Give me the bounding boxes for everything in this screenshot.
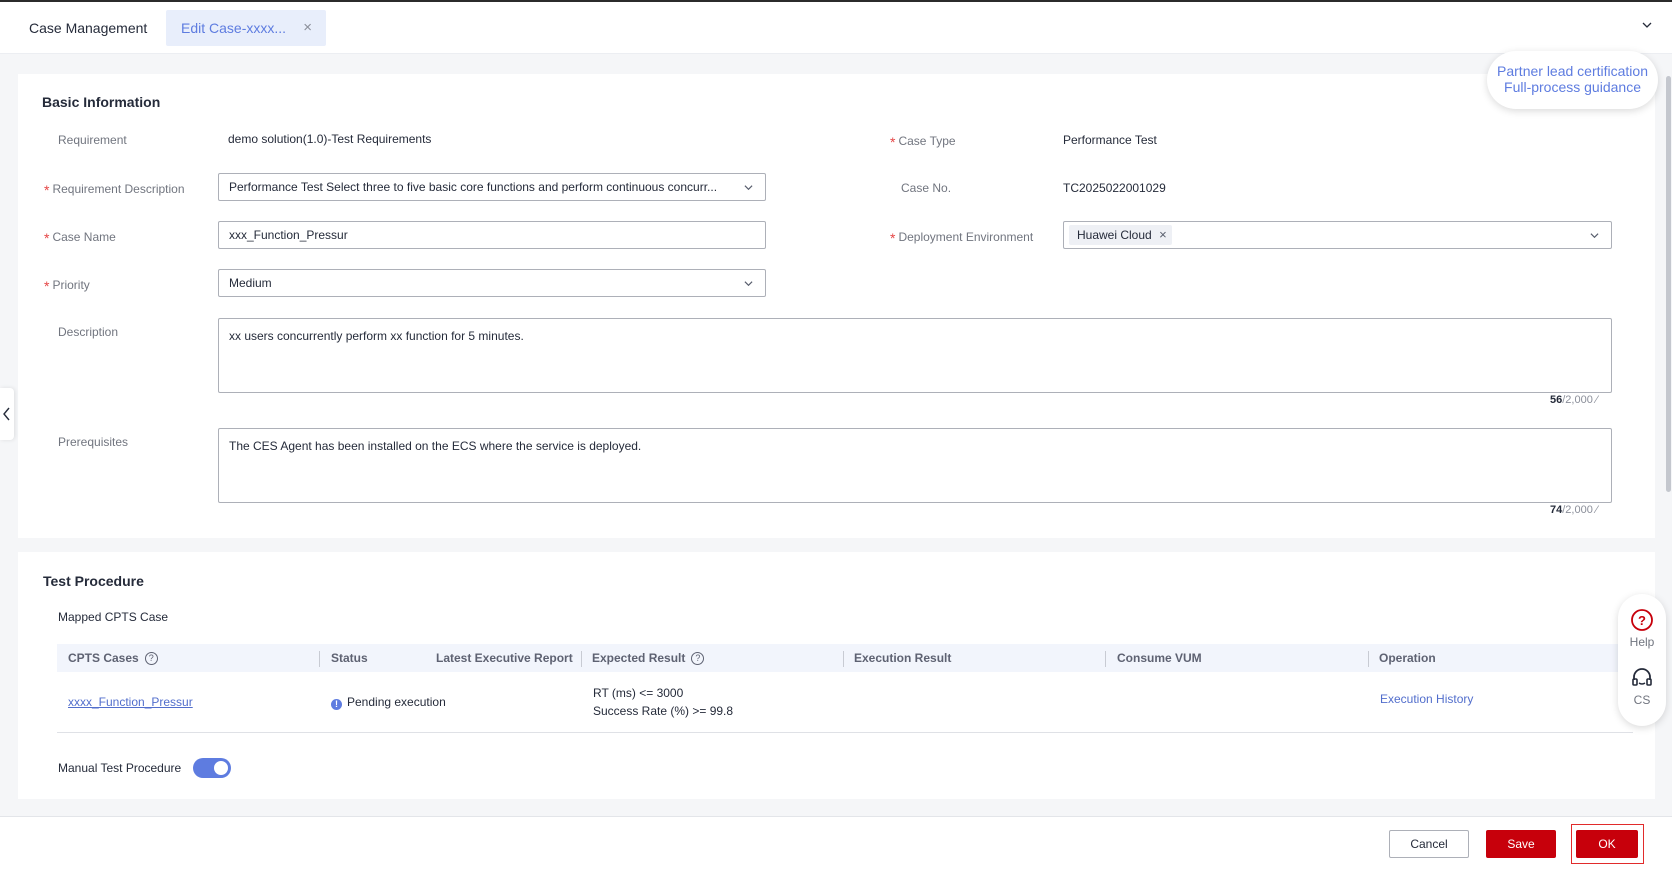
collapse-handle[interactable] [0, 388, 14, 440]
expected-result-cell: RT (ms) <= 3000 Success Rate (%) >= 99.8 [593, 684, 733, 720]
required-mark: * [44, 230, 50, 246]
chevron-left-icon [3, 407, 10, 421]
ok-button[interactable]: OK [1576, 830, 1638, 858]
test-procedure-title: Test Procedure [43, 573, 144, 589]
prerequisites-label: Prerequisites [58, 435, 129, 449]
toggle-knob [214, 761, 228, 775]
table-header: CPTS Cases? Status Latest Executive Repo… [57, 644, 1633, 672]
svg-text:?: ? [1638, 613, 1646, 628]
column-divider [1368, 651, 1369, 667]
column-status: Status [331, 651, 368, 665]
column-divider [319, 651, 320, 667]
column-expected-result: Expected Result? [592, 644, 705, 672]
help-circle-icon[interactable]: ? [691, 652, 705, 666]
column-latest-report: Latest Executive Report [436, 651, 573, 665]
basic-information-title: Basic Information [42, 94, 161, 110]
customer-service-button[interactable]: CS [1618, 666, 1666, 707]
required-mark: * [890, 134, 896, 150]
floating-help-bar: ? Help CS [1618, 594, 1666, 726]
column-divider [581, 651, 582, 667]
help-circle-icon: ? [1631, 609, 1653, 631]
requirement-label: Requirement [58, 133, 127, 147]
column-cpts-cases: CPTS Cases? [68, 644, 158, 672]
requirement-description-select[interactable]: Performance Test Select three to five ba… [218, 173, 766, 201]
table-row: xxxx_Function_Pressur ! Pending execution… [57, 672, 1633, 733]
cs-label: CS [1633, 693, 1651, 707]
headset-icon [1632, 668, 1652, 686]
tab-edit-case[interactable]: Edit Case-xxxx... × [166, 10, 326, 46]
description-label: Description [58, 325, 119, 339]
description-textarea[interactable]: xx users concurrently perform xx functio… [218, 318, 1612, 393]
case-no-label: Case No. [901, 181, 952, 195]
execution-history-link[interactable]: Execution History [1380, 690, 1473, 708]
priority-select[interactable]: Medium [218, 269, 766, 297]
column-consume-vum: Consume VUM [1117, 651, 1202, 665]
column-divider [1105, 651, 1106, 667]
deployment-tag: Huawei Cloud × [1069, 225, 1172, 245]
tab-edit-case-label: Edit Case-xxxx... [181, 20, 287, 36]
guide-line: Partner lead certification [1497, 63, 1648, 79]
manual-test-procedure-toggle[interactable] [193, 758, 231, 778]
info-icon: ! [331, 699, 342, 710]
column-operation: Operation [1379, 651, 1436, 665]
case-name-input[interactable]: xxx_Function_Pressur [218, 221, 766, 249]
chevron-down-icon [744, 281, 753, 287]
status-cell: ! Pending execution [331, 693, 446, 711]
priority-label: * Priority [44, 278, 90, 294]
column-divider [843, 651, 844, 667]
help-label: Help [1629, 635, 1655, 649]
requirement-description-label: * Requirement Description [44, 182, 185, 198]
description-counter: 56/2,000 ⁄ [1550, 394, 1598, 406]
chevron-down-icon [744, 185, 753, 191]
case-type-label: * Case Type [890, 134, 956, 150]
guide-line: Full-process guidance [1504, 79, 1641, 95]
cpts-case-link[interactable]: xxxx_Function_Pressur [68, 693, 193, 711]
requirement-description-value: Performance Test Select three to five ba… [229, 180, 718, 194]
help-button[interactable]: ? Help [1618, 608, 1666, 649]
required-mark: * [44, 182, 50, 198]
prerequisites-counter: 74/2,000 ⁄ [1550, 504, 1598, 516]
case-name-label: * Case Name [44, 230, 116, 246]
save-button[interactable]: Save [1486, 830, 1556, 858]
tab-bar: Case Management Edit Case-xxxx... × [0, 0, 1672, 54]
expected-result-line: Success Rate (%) >= 99.8 [593, 704, 734, 718]
requirement-value: demo solution(1.0)-Test Requirements [228, 132, 432, 146]
mapped-cpts-case-label: Mapped CPTS Case [58, 610, 169, 624]
deployment-environment-label: * Deployment Environment [890, 230, 1034, 246]
scrollbar[interactable] [1666, 76, 1671, 492]
close-icon[interactable]: × [303, 10, 312, 46]
tag-remove-icon[interactable]: × [1159, 225, 1167, 245]
expected-result-line: RT (ms) <= 3000 [593, 686, 684, 700]
priority-value: Medium [229, 276, 272, 290]
full-process-guidance-bubble[interactable]: Partner lead certification Full-process … [1487, 51, 1658, 109]
tab-case-management[interactable]: Case Management [29, 10, 147, 46]
help-circle-icon[interactable]: ? [144, 652, 158, 666]
required-mark: * [44, 278, 50, 294]
prerequisites-textarea[interactable]: The CES Agent has been installed on the … [218, 428, 1612, 503]
column-execution-result: Execution Result [854, 651, 952, 665]
chevron-down-icon [1590, 233, 1599, 239]
chevron-down-icon[interactable] [1642, 20, 1652, 30]
required-mark: * [890, 230, 896, 246]
cancel-button[interactable]: Cancel [1389, 830, 1469, 858]
manual-test-procedure-label: Manual Test Procedure [58, 761, 182, 775]
deployment-environment-select[interactable]: Huawei Cloud × [1063, 221, 1612, 249]
case-no-value: TC2025022001029 [1063, 181, 1166, 195]
case-type-value: Performance Test [1063, 133, 1157, 147]
